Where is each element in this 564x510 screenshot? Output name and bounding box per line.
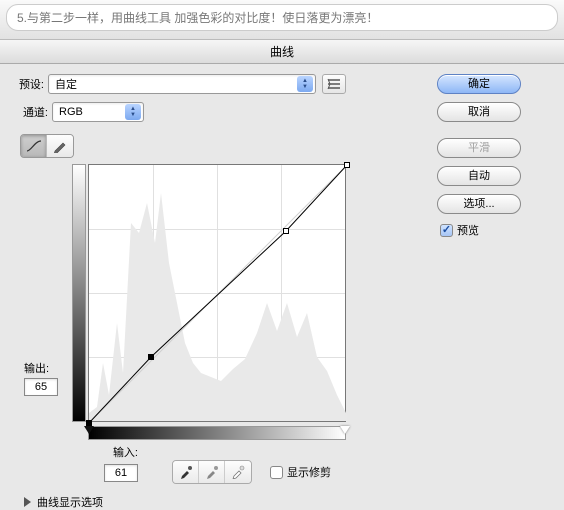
preset-select[interactable]: 自定 ▲▼ — [48, 74, 316, 94]
preview-checkbox[interactable] — [440, 224, 453, 237]
preset-menu-button[interactable] — [322, 74, 346, 94]
show-clipping-label: 显示修剪 — [287, 464, 331, 480]
options-button[interactable]: 选项... — [437, 194, 521, 214]
input-field[interactable]: 61 — [104, 464, 138, 482]
output-gradient-strip — [72, 164, 86, 422]
curve-edit-tools — [20, 134, 74, 158]
curve-point-tool[interactable] — [21, 135, 47, 157]
ok-button[interactable]: 确定 — [437, 74, 521, 94]
curve-point[interactable] — [283, 228, 289, 234]
white-eyedropper[interactable] — [225, 461, 251, 483]
cancel-button[interactable]: 取消 — [437, 102, 521, 122]
input-gradient-strip — [88, 426, 346, 440]
auto-button[interactable]: 自动 — [437, 166, 521, 186]
curve-point-highlight[interactable] — [344, 162, 350, 168]
gray-eyedropper[interactable] — [199, 461, 225, 483]
show-clipping-checkbox[interactable] — [270, 466, 283, 479]
channel-value: RGB — [59, 106, 83, 118]
output-label: 输出: — [24, 360, 49, 376]
eyedropper-group — [172, 460, 252, 484]
output-field[interactable]: 65 — [24, 378, 58, 396]
curve-draw-tool[interactable] — [47, 135, 73, 157]
pencil-icon — [53, 139, 67, 153]
disclosure-label: 曲线显示选项 — [37, 494, 103, 510]
smooth-button[interactable]: 平滑 — [437, 138, 521, 158]
curve-display-options-toggle[interactable]: 曲线显示选项 — [24, 494, 394, 510]
curve-icon — [25, 139, 43, 153]
curve-line — [89, 165, 347, 423]
chevron-updown-icon: ▲▼ — [125, 104, 141, 120]
eyedropper-icon — [205, 465, 219, 479]
instruction-bar: 5.与第二步一样，用曲线工具 加强色彩的对比度！使日落更为漂亮！ — [6, 4, 558, 31]
preset-label: 预设: — [10, 76, 44, 92]
eyedropper-icon — [179, 465, 193, 479]
preset-value: 自定 — [55, 76, 77, 92]
disclosure-triangle-icon — [24, 497, 31, 507]
curves-grid[interactable] — [88, 164, 346, 422]
preview-label: 预览 — [457, 222, 479, 238]
channel-label: 通道: — [14, 104, 48, 120]
window-title: 曲线 — [0, 40, 564, 64]
black-point-slider[interactable] — [84, 426, 94, 434]
white-point-slider[interactable] — [340, 426, 350, 434]
eyedropper-icon — [231, 465, 245, 479]
input-label: 输入: — [88, 444, 138, 460]
curve-point-selected[interactable] — [148, 354, 154, 360]
chevron-updown-icon: ▲▼ — [297, 76, 313, 92]
channel-select[interactable]: RGB ▲▼ — [52, 102, 144, 122]
menu-icon — [327, 78, 341, 90]
black-eyedropper[interactable] — [173, 461, 199, 483]
